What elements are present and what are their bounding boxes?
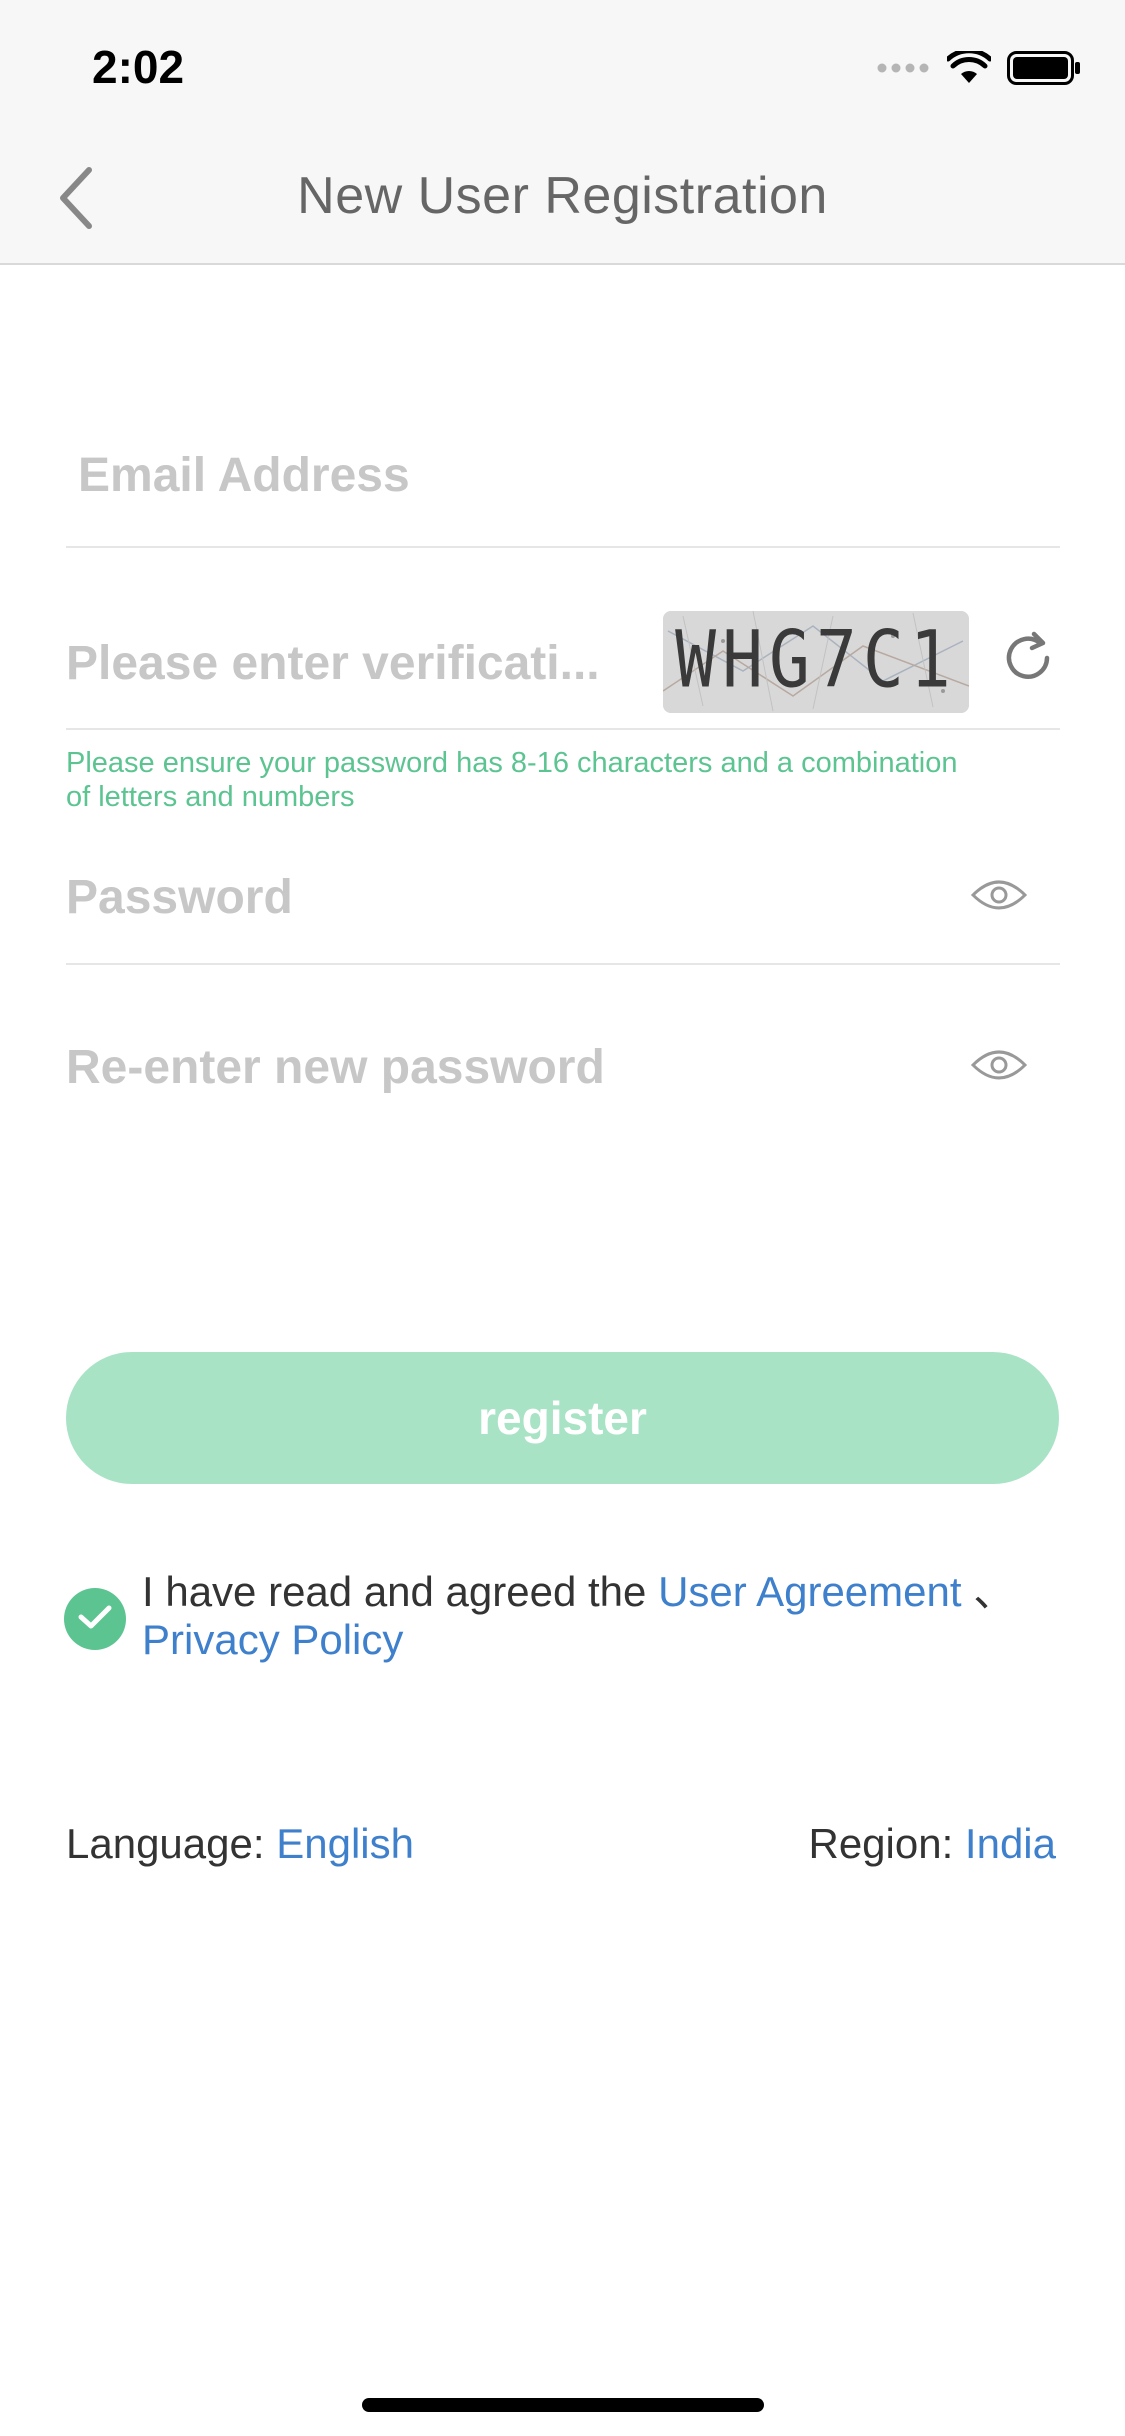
battery-icon <box>1007 50 1081 90</box>
refresh-captcha-button[interactable] <box>996 628 1060 692</box>
home-indicator <box>362 2398 764 2412</box>
status-time: 2:02 <box>92 41 185 93</box>
privacy-policy-link[interactable]: Privacy Policy <box>142 1616 403 1663</box>
checkmark-icon <box>78 1604 112 1635</box>
toggle-reenter-password-visibility[interactable] <box>969 1047 1029 1087</box>
verification-field-container <box>66 636 626 691</box>
password-field-container <box>66 870 946 925</box>
status-bar: 2:02 <box>0 0 1125 132</box>
password-hint: Please ensure your password has 8-16 cha… <box>66 747 958 813</box>
email-field-container <box>78 448 1058 503</box>
agreement-prefix: I have read and agreed the <box>142 1568 659 1615</box>
verification-code-field[interactable] <box>66 636 626 691</box>
password-field[interactable] <box>66 870 946 925</box>
eye-icon <box>970 877 1028 918</box>
region-selector[interactable]: Region: India <box>808 1820 1056 1868</box>
toggle-password-visibility[interactable] <box>969 877 1029 917</box>
agreement-text: I have read and agreed the User Agreemen… <box>142 1568 1062 1664</box>
email-divider <box>66 546 1060 548</box>
reenter-password-field-container <box>66 1040 946 1095</box>
agreement-separator: 、 <box>961 1568 1016 1615</box>
language-label: Language: <box>66 1820 265 1867</box>
captcha-text: WHG7C1 <box>675 615 957 706</box>
register-button[interactable]: register <box>66 1352 1059 1484</box>
eye-icon <box>970 1047 1028 1088</box>
region-label: Region: <box>808 1820 954 1867</box>
email-field[interactable] <box>78 448 1058 503</box>
reenter-password-field[interactable] <box>66 1040 946 1095</box>
agreement-checkbox[interactable] <box>64 1588 126 1650</box>
region-value[interactable]: India <box>965 1820 1056 1867</box>
captcha-image[interactable]: WHG7C1 <box>663 611 969 713</box>
wifi-icon <box>945 47 993 90</box>
user-agreement-link[interactable]: User Agreement <box>658 1568 961 1615</box>
password-divider <box>66 963 1060 965</box>
refresh-icon <box>1000 630 1056 691</box>
signal-icon <box>877 61 931 80</box>
page-title: New User Registration <box>297 167 828 225</box>
verification-divider <box>66 728 1060 730</box>
status-icons <box>877 47 1081 90</box>
nav-bar: New User Registration <box>0 132 1125 265</box>
language-selector[interactable]: Language: English <box>66 1820 414 1868</box>
language-value[interactable]: English <box>276 1820 414 1867</box>
